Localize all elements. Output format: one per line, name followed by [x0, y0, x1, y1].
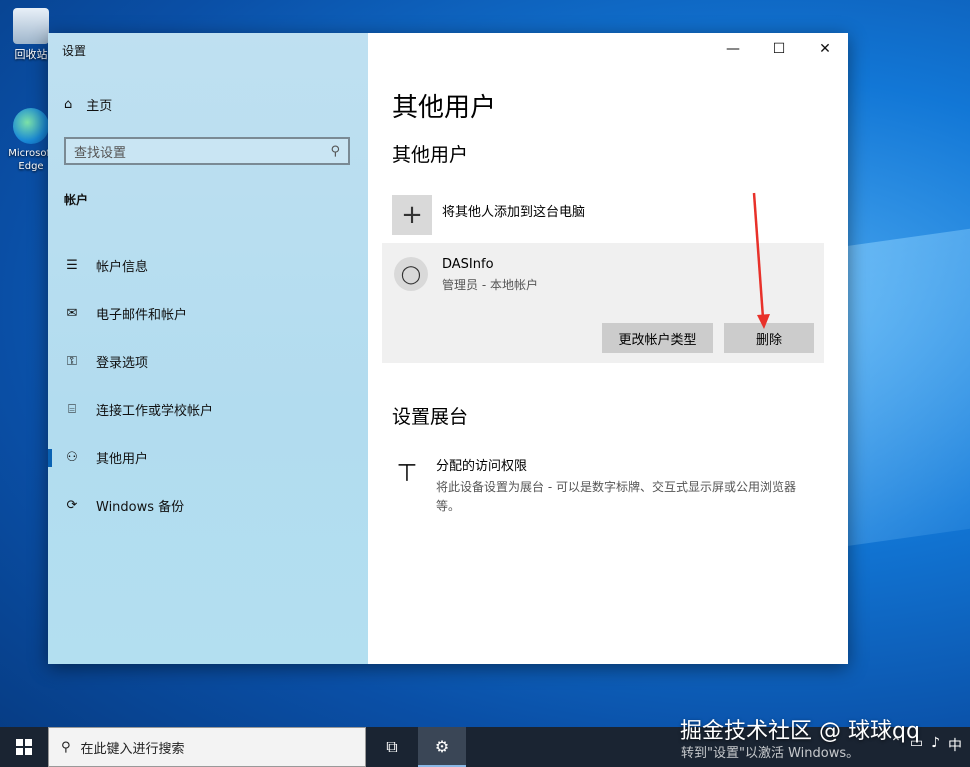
sidebar: 设置 ⌂ 主页 查找设置 ⚲ 帐户 ☰ 帐户信息 ✉ 电子邮件和帐户 ⚿ 登录选…	[48, 33, 368, 664]
home-icon: ⌂	[64, 97, 73, 112]
sidebar-item-label: 其他用户	[96, 451, 149, 467]
mail-icon: ✉	[66, 305, 78, 321]
key-icon: ⚿	[67, 353, 77, 369]
edge-icon	[13, 108, 49, 144]
volume-icon[interactable]: ♪	[931, 735, 940, 755]
briefcase-icon: ⌸	[68, 401, 76, 417]
start-button[interactable]	[0, 727, 48, 767]
sidebar-item-work-school[interactable]: ⌸ 连接工作或学校帐户	[48, 385, 368, 433]
kiosk-description: 将此设备设置为展台 - 可以是数字标牌、交互式显示屏或公用浏览器等。	[436, 480, 796, 513]
sidebar-item-label: 连接工作或学校帐户	[96, 403, 214, 419]
section-label: 帐户	[64, 193, 89, 207]
task-view-button[interactable]: ⧉	[368, 727, 416, 767]
kiosk-heading: 设置展台	[392, 406, 469, 428]
search-placeholder: 查找设置	[74, 145, 127, 161]
home-link[interactable]: ⌂ 主页	[64, 95, 112, 114]
search-icon: ⚲	[61, 739, 71, 755]
window-title: 设置	[62, 44, 87, 58]
sidebar-nav: ☰ 帐户信息 ✉ 电子邮件和帐户 ⚿ 登录选项 ⌸ 连接工作或学校帐户 ⚇ 其他…	[48, 241, 368, 529]
activation-notice: 转到"设置"以激活 Windows。	[681, 746, 860, 761]
main-content: — ☐ ✕ 其他用户 其他用户 + 将其他人添加到这台电脑 ◯ DASInfo …	[368, 33, 848, 664]
recycle-bin-icon	[13, 8, 49, 44]
taskbar-settings-app[interactable]: ⚙	[418, 727, 466, 767]
sidebar-item-email[interactable]: ✉ 电子邮件和帐户	[48, 289, 368, 337]
sync-icon: ⟳	[66, 497, 78, 513]
settings-search-input[interactable]: 查找设置 ⚲	[64, 137, 350, 165]
sidebar-item-account-info[interactable]: ☰ 帐户信息	[48, 241, 368, 289]
gear-icon: ⚙	[434, 736, 450, 756]
taskbar-search-placeholder: 在此键入进行搜索	[80, 741, 185, 757]
sidebar-item-label: 登录选项	[96, 355, 149, 371]
home-label: 主页	[86, 99, 113, 114]
add-person-icon: ⚇	[66, 449, 78, 465]
desktop-icon-label: Microsoft Edge	[8, 148, 54, 172]
desktop-icon-label: 回收站	[14, 48, 48, 61]
watermark: 掘金技术社区 @ 球球qq	[680, 719, 920, 744]
task-view-icon: ⧉	[386, 737, 398, 756]
kiosk-icon: ⊤	[396, 459, 418, 487]
sidebar-item-sign-in[interactable]: ⚿ 登录选项	[48, 337, 368, 385]
search-icon: ⚲	[330, 143, 340, 159]
sidebar-item-other-users[interactable]: ⚇ 其他用户	[48, 433, 368, 481]
sidebar-item-label: 帐户信息	[96, 259, 149, 275]
sidebar-item-label: 电子邮件和帐户	[96, 307, 188, 323]
kiosk-title: 分配的访问权限	[436, 459, 528, 474]
windows-logo-icon	[16, 739, 32, 755]
taskbar-search-input[interactable]: ⚲ 在此键入进行搜索	[48, 727, 366, 767]
ime-indicator[interactable]: 中	[948, 735, 962, 755]
sidebar-item-label: Windows 备份	[96, 499, 185, 515]
red-arrow-annotation	[752, 192, 770, 329]
sidebar-item-windows-backup[interactable]: ⟳ Windows 备份	[48, 481, 368, 529]
settings-window: 设置 ⌂ 主页 查找设置 ⚲ 帐户 ☰ 帐户信息 ✉ 电子邮件和帐户 ⚿ 登录选…	[48, 33, 848, 664]
account-info-icon: ☰	[66, 257, 78, 273]
assigned-access-link[interactable]: ⊤ 分配的访问权限 将此设备设置为展台 - 可以是数字标牌、交互式显示屏或公用浏…	[392, 455, 816, 516]
